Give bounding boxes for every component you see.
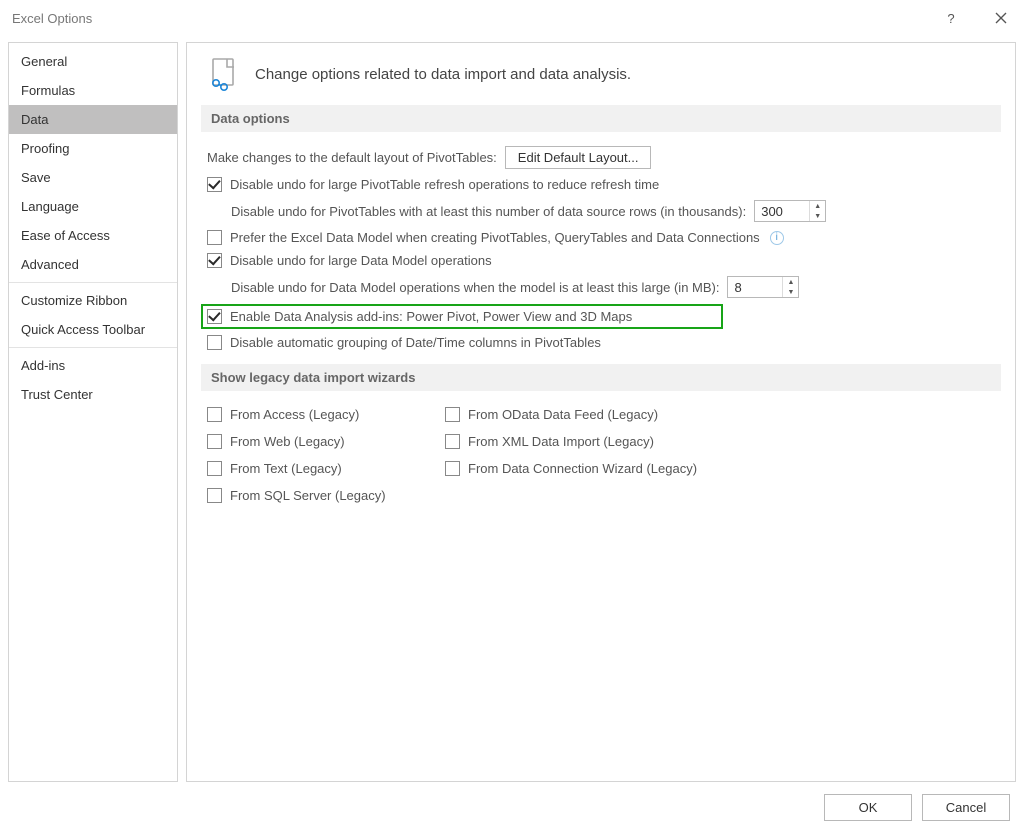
label-enable-data-analysis-addins: Enable Data Analysis add-ins: Power Pivo…: [230, 309, 632, 324]
label-model-size-threshold: Disable undo for Data Model operations w…: [231, 280, 719, 295]
spinner-up-icon[interactable]: ▲: [810, 201, 825, 211]
checkbox-legacy-connection-wizard[interactable]: [445, 461, 460, 476]
label-legacy-connection-wizard: From Data Connection Wizard (Legacy): [468, 461, 697, 476]
sidebar-item-save[interactable]: Save: [9, 163, 177, 192]
label-legacy-xml: From XML Data Import (Legacy): [468, 434, 654, 449]
help-button[interactable]: ?: [928, 0, 974, 36]
label-legacy-web: From Web (Legacy): [230, 434, 345, 449]
label-prefer-data-model: Prefer the Excel Data Model when creatin…: [230, 230, 760, 245]
checkbox-legacy-sql-server[interactable]: [207, 488, 222, 503]
section-legacy-header: Show legacy data import wizards: [201, 364, 1001, 391]
sidebar: General Formulas Data Proofing Save Lang…: [8, 42, 178, 782]
spinner-up-icon[interactable]: ▲: [783, 277, 798, 287]
spinner-pivot-rows-input[interactable]: [755, 201, 809, 221]
close-button[interactable]: [978, 0, 1024, 36]
sidebar-item-ease-of-access[interactable]: Ease of Access: [9, 221, 177, 250]
spinner-model-size[interactable]: ▲▼: [727, 276, 799, 298]
checkbox-legacy-xml[interactable]: [445, 434, 460, 449]
checkbox-disable-undo-model[interactable]: [207, 253, 222, 268]
checkbox-enable-data-analysis-addins[interactable]: [207, 309, 222, 324]
titlebar: Excel Options ?: [0, 0, 1024, 36]
cancel-button[interactable]: Cancel: [922, 794, 1010, 821]
sidebar-separator: [9, 282, 177, 283]
edit-default-layout-button[interactable]: Edit Default Layout...: [505, 146, 652, 169]
sidebar-item-trust-center[interactable]: Trust Center: [9, 380, 177, 409]
sidebar-item-advanced[interactable]: Advanced: [9, 250, 177, 279]
sidebar-item-quick-access-toolbar[interactable]: Quick Access Toolbar: [9, 315, 177, 344]
label-disable-undo-model: Disable undo for large Data Model operat…: [230, 253, 492, 268]
label-legacy-access: From Access (Legacy): [230, 407, 359, 422]
close-icon: [995, 12, 1007, 24]
checkbox-legacy-web[interactable]: [207, 434, 222, 449]
spinner-pivot-rows[interactable]: ▲▼: [754, 200, 826, 222]
section-data-options-header: Data options: [201, 105, 1001, 132]
checkbox-disable-undo-large-pivot[interactable]: [207, 177, 222, 192]
label-pivot-rows-threshold: Disable undo for PivotTables with at lea…: [231, 204, 746, 219]
spinner-down-icon[interactable]: ▼: [783, 287, 798, 297]
sidebar-item-data[interactable]: Data: [9, 105, 177, 134]
sidebar-item-proofing[interactable]: Proofing: [9, 134, 177, 163]
checkbox-legacy-text[interactable]: [207, 461, 222, 476]
sidebar-separator: [9, 347, 177, 348]
checkbox-prefer-data-model[interactable]: [207, 230, 222, 245]
dialog-footer: OK Cancel: [0, 786, 1024, 821]
sidebar-item-add-ins[interactable]: Add-ins: [9, 351, 177, 380]
sidebar-item-language[interactable]: Language: [9, 192, 177, 221]
spinner-down-icon[interactable]: ▼: [810, 211, 825, 221]
checkbox-legacy-odata[interactable]: [445, 407, 460, 422]
content-pane: Change options related to data import an…: [186, 42, 1016, 782]
ok-button[interactable]: OK: [824, 794, 912, 821]
window-title: Excel Options: [12, 11, 92, 26]
sidebar-item-customize-ribbon[interactable]: Customize Ribbon: [9, 286, 177, 315]
page-title: Change options related to data import an…: [255, 66, 631, 83]
spinner-model-size-input[interactable]: [728, 277, 782, 297]
label-legacy-odata: From OData Data Feed (Legacy): [468, 407, 658, 422]
sidebar-item-general[interactable]: General: [9, 47, 177, 76]
label-legacy-sql-server: From SQL Server (Legacy): [230, 488, 386, 503]
label-disable-undo-large-pivot: Disable undo for large PivotTable refres…: [230, 177, 659, 192]
label-legacy-text: From Text (Legacy): [230, 461, 342, 476]
label-disable-auto-grouping: Disable automatic grouping of Date/Time …: [230, 335, 601, 350]
sidebar-item-formulas[interactable]: Formulas: [9, 76, 177, 105]
pivot-layout-label: Make changes to the default layout of Pi…: [207, 150, 497, 165]
checkbox-disable-auto-grouping[interactable]: [207, 335, 222, 350]
data-page-icon: [207, 57, 241, 91]
checkbox-legacy-access[interactable]: [207, 407, 222, 422]
info-icon[interactable]: i: [770, 231, 784, 245]
